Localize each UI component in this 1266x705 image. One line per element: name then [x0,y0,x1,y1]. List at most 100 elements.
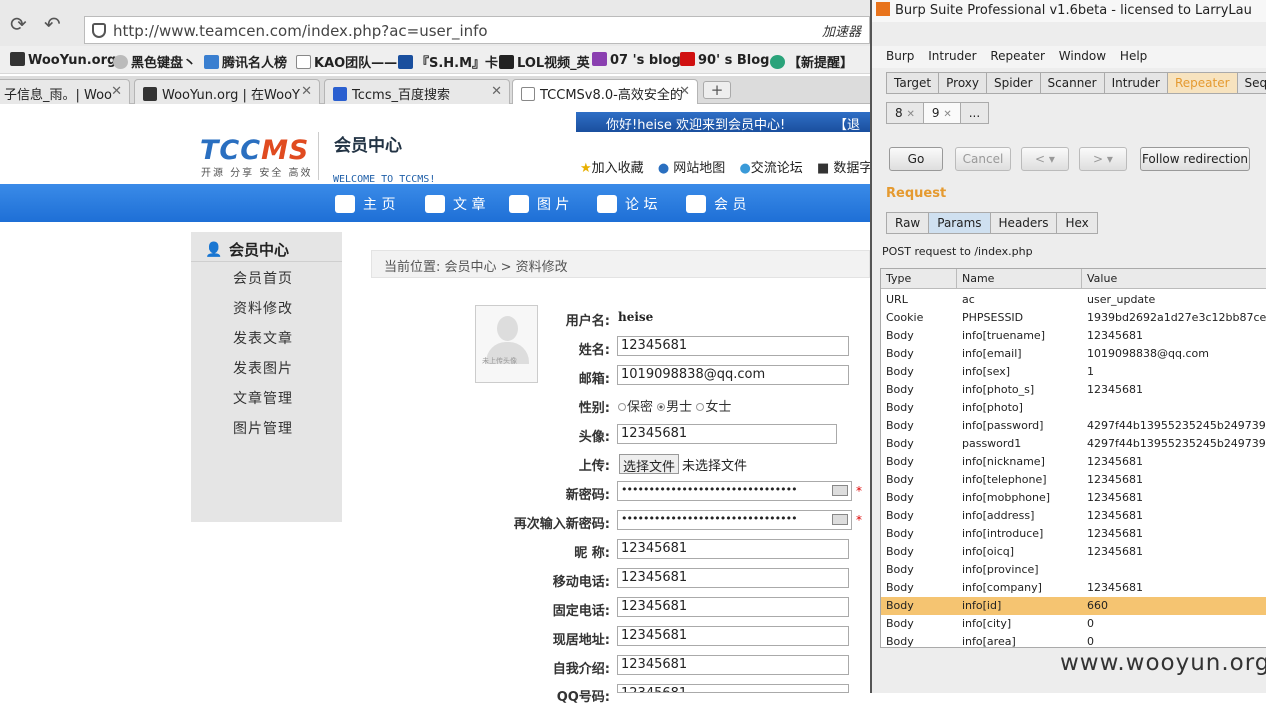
phone-field[interactable]: 12345681 [617,597,849,617]
close-icon[interactable]: ✕ [111,84,122,99]
nav-forum[interactable]: 论 坛 [597,194,657,214]
column-value[interactable]: Value [1087,272,1117,285]
tab-sequencer[interactable]: Sequencer [1236,72,1266,94]
param-row[interactable]: Body info[company] 12345681 [881,579,1266,597]
param-row[interactable]: Body info[photo_s] 12345681 [881,381,1266,399]
sex-radio-female[interactable]: 女士 [696,400,731,415]
sidebar-item-edit-profile[interactable]: 资料修改 [233,298,293,318]
bookmark-item[interactable]: 黑色键盘丶 [113,52,196,71]
nav-home[interactable]: 主 页 [335,194,395,214]
close-icon[interactable]: ✕ [491,84,502,99]
sitemap-link[interactable]: ● 网站地图 [658,161,726,176]
sidebar-item-article-manage[interactable]: 文章管理 [233,388,293,408]
bookmark-item[interactable]: 07 's blog [592,52,681,68]
confirm-password-field[interactable]: •••••••••••••••••••••••••••••••• [617,510,852,530]
repeater-tab-more[interactable]: ... [959,102,990,124]
param-row[interactable]: Body info[email] 1019098838@qq.com [881,345,1266,363]
address-field[interactable]: 12345681 [617,626,849,646]
name-field[interactable]: 12345681 [617,336,849,356]
nav-pictures[interactable]: 图 片 [509,194,569,214]
url-text[interactable]: http://www.teamcen.com/index.php?ac=user… [113,22,488,40]
bookmark-item[interactable]: KAO团队—— [296,52,397,71]
intro-field[interactable]: 12345681 [617,655,849,675]
tab-hex[interactable]: Hex [1056,212,1098,234]
param-row[interactable]: Body info[city] 0 [881,615,1266,633]
sidebar-item-post-picture[interactable]: 发表图片 [233,358,293,378]
sex-radio-secret[interactable]: 保密 [618,400,653,415]
menu-burp[interactable]: Burp [886,49,914,63]
param-row[interactable]: Body info[truename] 12345681 [881,327,1266,345]
param-row[interactable]: Body info[photo] [881,399,1266,417]
new-tab-button[interactable]: + [703,81,731,99]
mobile-field[interactable]: 12345681 [617,568,849,588]
favorite-link[interactable]: ★加入收藏 [580,161,644,176]
param-row[interactable]: Body info[introduce] 12345681 [881,525,1266,543]
tab-scanner[interactable]: Scanner [1039,72,1105,94]
param-row[interactable]: Body info[province] [881,561,1266,579]
sidebar-item-post-article[interactable]: 发表文章 [233,328,293,348]
param-row[interactable]: Body info[oicq] 12345681 [881,543,1266,561]
param-row[interactable]: Body info[password] 4297f44b13955235245b24… [881,417,1266,435]
site-logo[interactable]: TCCMS [200,135,309,166]
browser-tab[interactable]: Tccms_百度搜索 ✕ [324,79,510,104]
param-row[interactable]: Body info[sex] 1 [881,363,1266,381]
address-bar[interactable]: http://www.teamcen.com/index.php?ac=user… [84,16,870,44]
bookmark-item[interactable]: 腾讯名人榜 [204,52,287,71]
sidebar-item-home[interactable]: 会员首页 [233,268,293,288]
nav-member[interactable]: 会 员 [686,194,746,214]
nickname-field[interactable]: 12345681 [617,539,849,559]
tab-headers[interactable]: Headers [989,212,1058,234]
tab-repeater[interactable]: Repeater [1166,72,1238,94]
qq-field[interactable]: 12345681 [617,684,849,693]
forward-button[interactable]: > ▾ [1079,147,1127,171]
close-icon[interactable]: ✕ [906,109,914,120]
tab-raw[interactable]: Raw [886,212,930,234]
param-row[interactable]: Body info[id] 660 [881,597,1266,615]
menu-window[interactable]: Window [1059,49,1106,63]
new-password-field[interactable]: •••••••••••••••••••••••••••••••• [617,481,852,501]
tab-intruder[interactable]: Intruder [1103,72,1168,94]
nav-articles[interactable]: 文 章 [425,194,485,214]
avatar-field[interactable]: 12345681 [617,424,837,444]
choose-file-button[interactable]: 选择文件 [619,454,680,475]
param-row[interactable]: Body password1 4297f44b13955235245b2497399… [881,435,1266,453]
bookmark-item[interactable]: 『S.H.M』卡 [398,52,498,71]
menu-help[interactable]: Help [1120,49,1147,63]
menu-repeater[interactable]: Repeater [990,49,1045,63]
accelerator-label[interactable]: 加速器 [822,21,861,40]
param-row[interactable]: Body info[area] 0 [881,633,1266,651]
close-icon[interactable]: ✕ [943,109,951,120]
keyboard-icon[interactable] [832,514,848,525]
tab-spider[interactable]: Spider [986,72,1041,94]
column-divider[interactable] [1081,269,1082,289]
param-row[interactable]: URL ac user_update [881,291,1266,309]
param-row[interactable]: Body info[address] 12345681 [881,507,1266,525]
back-icon[interactable]: ↶ [44,12,61,36]
keyboard-icon[interactable] [832,485,848,496]
param-row[interactable]: Body info[telephone] 12345681 [881,471,1266,489]
sidebar-item-picture-manage[interactable]: 图片管理 [233,418,293,438]
column-divider[interactable] [956,269,957,289]
bookmark-item[interactable]: 90' s Blog [680,52,769,68]
bookmark-item[interactable]: 【新提醒】 [770,52,853,71]
param-row[interactable]: Body info[nickname] 12345681 [881,453,1266,471]
param-row[interactable]: Cookie PHPSESSID 1939bd2692a1d27e3c12bb87c… [881,309,1266,327]
cancel-button[interactable]: Cancel [955,147,1011,171]
go-button[interactable]: Go [889,147,943,171]
refresh-icon[interactable]: ⟳ [10,12,27,36]
logout-link[interactable]: 【退出 [834,114,870,152]
follow-redirection-button[interactable]: Follow redirection [1140,147,1250,171]
menu-intruder[interactable]: Intruder [928,49,976,63]
browser-tab[interactable]: 子信息_雨。| Woo ✕ [0,79,130,104]
email-field[interactable]: 1019098838@qq.com [617,365,849,385]
tab-target[interactable]: Target [886,72,940,94]
tab-params[interactable]: Params [928,212,991,234]
close-icon[interactable]: ✕ [301,84,312,99]
browser-tab[interactable]: WooYun.org | 在WooY ✕ [134,79,320,104]
close-icon[interactable]: ✕ [679,84,690,99]
column-type[interactable]: Type [886,272,911,285]
forum-link[interactable]: ●交流论坛 [739,161,802,176]
sex-radio-male[interactable]: 男士 [657,400,692,415]
tab-proxy[interactable]: Proxy [938,72,987,94]
bookmark-item[interactable]: WooYun.org [10,52,116,68]
